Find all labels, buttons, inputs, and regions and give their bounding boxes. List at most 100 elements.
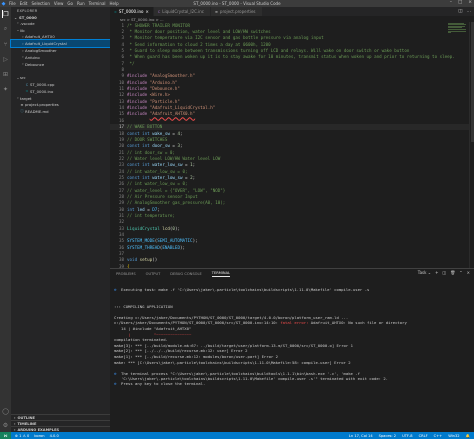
tree-item[interactable]: › Adafruit_AHTX0 — [11, 34, 110, 41]
menu-item-terminal[interactable]: Terminal — [89, 1, 106, 6]
account-icon[interactable]: ◯ — [2, 407, 10, 415]
source-control-icon[interactable]: ⑂ — [2, 40, 10, 48]
trash-icon[interactable]: 🗑 — [450, 270, 455, 275]
status-item[interactable]: ⊗ 1 ⚠ 0 — [15, 434, 29, 438]
code-token: int — [142, 174, 153, 180]
files-icon[interactable]: ❐ — [1, 10, 10, 18]
tree-item[interactable] — [11, 68, 110, 75]
code-text: // water_level = {"OVER", "LOW", "NOD"} — [127, 188, 225, 193]
task-icon: ⊗ — [114, 286, 117, 292]
code-line[interactable]: 6 * When guard has been woken up it is t… — [110, 54, 474, 60]
panel-tab-debug-console[interactable]: DEBUG CONSOLE — [170, 272, 201, 276]
line-number: 8 — [121, 67, 124, 73]
minimap[interactable] — [448, 22, 466, 82]
search-icon[interactable]: ⌕ — [2, 25, 10, 33]
tree-item[interactable]: C ST_0000.cpp — [11, 81, 110, 88]
menu-item-help[interactable]: Help — [110, 1, 119, 6]
remote-icon[interactable]: ⋈ — [0, 432, 11, 439]
tree-item-label: ST_0000.ino — [30, 88, 54, 94]
code-token: const — [127, 130, 143, 136]
gear-icon[interactable]: ⚙ — [2, 421, 10, 429]
panel-tab-output[interactable]: OUTPUT — [146, 272, 161, 276]
tab-liquidcrystal-i2c-inc[interactable]: C LiquidCrystal_I2C.inc — [153, 7, 211, 16]
close-tab-icon[interactable]: × — [145, 9, 148, 14]
line-number: 35 — [118, 238, 124, 244]
tree-item[interactable]: ≡ project.properties — [11, 102, 110, 109]
status-item-right[interactable]: Ln 17, Col 14 — [349, 434, 373, 438]
chevron-up-icon[interactable]: ⌃ — [459, 270, 462, 275]
status-item-right[interactable]: UTF-8 — [402, 434, 412, 438]
code-text: const int door_sw = 3; — [127, 143, 183, 148]
code-token: int — [127, 206, 138, 212]
tree-item-label: Arduino — [25, 54, 40, 60]
code-text: SYSTEM_THREAD(ENABLED); — [127, 245, 185, 250]
status-item-right[interactable]: Win32 — [448, 434, 459, 438]
tree-item[interactable]: › Debounce — [11, 61, 110, 68]
status-item[interactable]: boron — [34, 434, 44, 438]
terminal-output[interactable]: ⊗ Executing task: make -f 'C:\Users\jaker… — [114, 281, 470, 429]
maximize-icon[interactable]: □ — [458, 0, 462, 5]
minimize-icon[interactable]: – — [450, 0, 452, 5]
tab-st-0000-ino[interactable]: ∞ ST_0000.ino × — [110, 7, 154, 16]
tree-item[interactable]: › AnalogSmoother — [11, 47, 110, 54]
menu-item-view[interactable]: View — [54, 1, 64, 6]
more-actions-icon[interactable]: … — [467, 9, 472, 14]
code-token: "AnalogSmoother.h" — [149, 73, 196, 79]
code-text: // DOOR SWITCHES — [127, 137, 167, 142]
tree-item[interactable]: ∞ ST_0000.ino — [11, 88, 110, 95]
tree-item[interactable]: › target — [11, 95, 110, 102]
tree-item[interactable]: ⓘ README.md — [11, 108, 110, 115]
terminal-dropdown[interactable]: Task ⌄ — [418, 270, 431, 275]
status-item-right[interactable]: CRLF — [419, 434, 428, 438]
menu-item-edit[interactable]: Edit — [20, 1, 28, 6]
close-icon[interactable]: × — [468, 0, 472, 5]
code-token: * Monitor door position, water level and… — [127, 29, 271, 35]
panel-tab-problems[interactable]: PROBLEMS — [116, 272, 136, 276]
file-tree: › .vscode ⌄ lib › Adafruit_AHTX0 › Adafruit_Liq… — [10, 20, 111, 115]
code-text: // WAKE BUTTON — [127, 124, 162, 129]
code-editor[interactable]: 1/* SHOWER TRAILER MONITOR 2 * Monitor do… — [110, 22, 474, 268]
editor-scrollbar[interactable] — [469, 22, 474, 268]
tree-item[interactable]: › Adafruit_LiquidCrystal — [10, 39, 111, 49]
bell-icon[interactable]: 🔔 — [466, 434, 470, 438]
menu-item-selection[interactable]: Selection — [31, 1, 49, 6]
split-terminal-icon[interactable]: ◫ — [442, 270, 446, 275]
line-number: 24 — [118, 168, 124, 174]
code-text: #include <Wire.h> — [127, 92, 170, 97]
add-terminal-icon[interactable]: + — [435, 270, 438, 275]
code-text: * When guard has been woken up it is to … — [127, 54, 455, 59]
window-controls: – □ × — [450, 0, 472, 5]
code-text: #include "Adafruit_AHTX0.h" — [127, 111, 195, 116]
close-panel-icon[interactable]: × — [467, 270, 470, 275]
line-number: 2 — [121, 29, 124, 35]
panel-actions: Task ⌄ + ◫ 🗑 ⌃ × — [418, 270, 470, 275]
tree-item[interactable]: › .vscode — [11, 20, 110, 27]
particle-icon[interactable]: ✦ — [2, 85, 10, 93]
menu-item-go[interactable]: Go — [67, 1, 73, 6]
tree-item[interactable]: › Arduino — [11, 54, 110, 61]
tree-item-label: Adafruit_LiquidCrystal — [25, 41, 67, 47]
tree-item[interactable]: ⌄ src — [11, 74, 110, 81]
menu-item-file[interactable]: File — [9, 1, 16, 6]
code-text: SYSTEM_MODE(SEMI_AUTOMATIC); — [127, 238, 198, 243]
split-editor-icon[interactable]: ◫ — [458, 9, 462, 14]
status-item[interactable]: 4.0.0 — [50, 434, 59, 438]
tree-item[interactable]: ⌄ lib — [11, 27, 110, 34]
code-text: // int door_sw = 0; — [127, 150, 175, 155]
code-text: const int water_low_sw = 2; — [127, 175, 195, 180]
code-token: ; — [192, 162, 196, 168]
code-token: const — [127, 174, 143, 180]
extensions-icon[interactable]: ⊞ — [2, 70, 10, 78]
tree-item-label: AnalogSmoother — [25, 48, 57, 54]
status-item-right[interactable]: C++ — [434, 434, 443, 438]
code-token: */ — [127, 60, 135, 66]
terminal-text: make[1]: *** [../build/recurse.mk:12: mo… — [114, 354, 278, 360]
status-item-right[interactable]: Spaces: 2 — [379, 434, 396, 438]
menu-item-run[interactable]: Run — [77, 1, 85, 6]
panel-tab-terminal[interactable]: TERMINAL — [211, 271, 231, 277]
scrollbar-thumb[interactable] — [470, 22, 474, 142]
run-debug-icon[interactable]: ▷ — [2, 55, 10, 63]
tab-project-properties[interactable]: ≡ project.properties — [210, 7, 263, 16]
line-number: 31 — [118, 212, 124, 218]
line-number: 11 — [118, 86, 124, 92]
